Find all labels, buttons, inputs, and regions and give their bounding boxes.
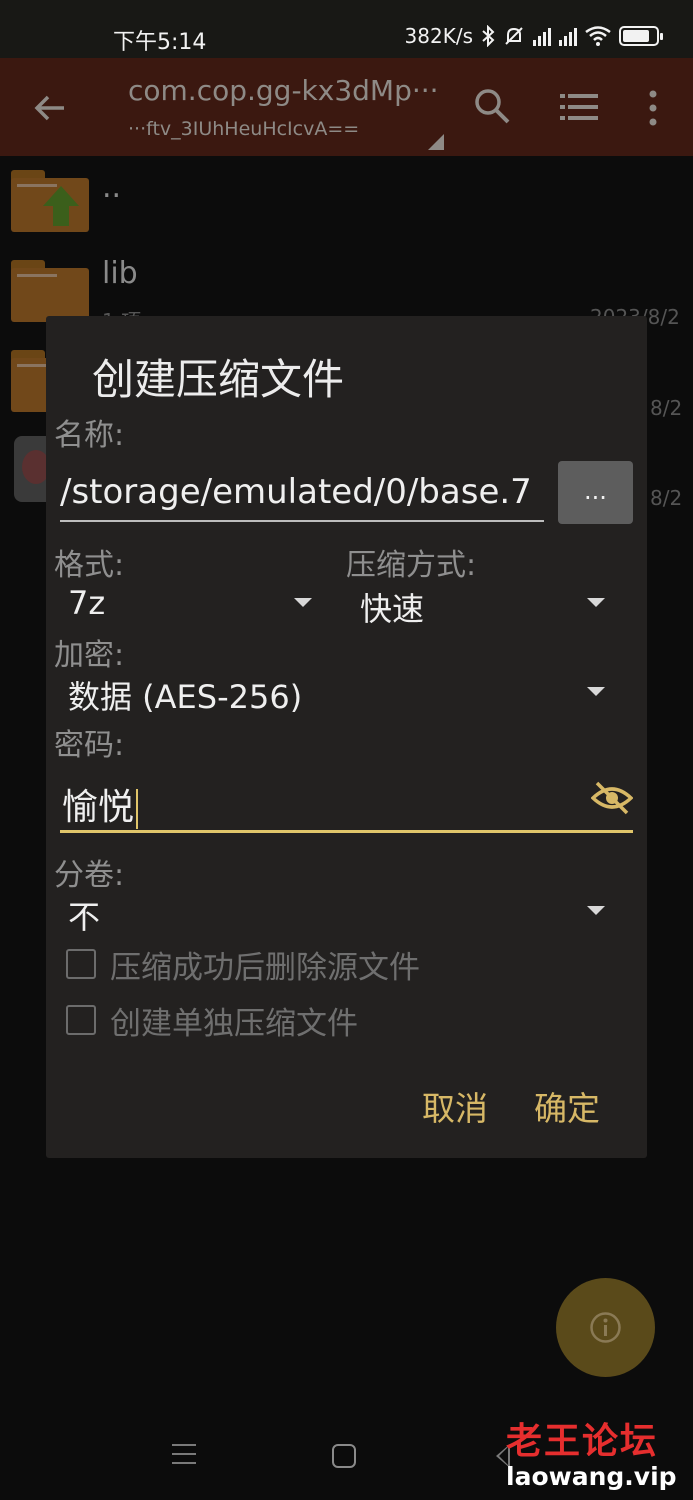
encrypt-label: 加密: — [54, 638, 125, 673]
cancel-button[interactable]: 取消 — [422, 1082, 488, 1130]
checkbox-label: 创建单独压缩文件 — [110, 1005, 358, 1042]
browse-button[interactable]: ... — [558, 461, 633, 524]
folder-icon — [11, 260, 89, 322]
nav-home-button[interactable] — [332, 1444, 356, 1468]
back-arrow-icon[interactable] — [28, 86, 72, 130]
chevron-down-icon — [294, 598, 312, 607]
method-label: 压缩方式: — [346, 548, 477, 583]
method-value: 快速 — [360, 590, 425, 628]
archive-name-input[interactable]: /storage/emulated/0/base.7 — [60, 458, 544, 522]
status-icons: 382K/s — [404, 24, 663, 48]
separate-archive-checkbox[interactable]: 创建单独压缩文件 — [66, 1000, 358, 1042]
more-vert-icon[interactable] — [640, 88, 666, 128]
toolbar-title: com.cop.gg-kx3dMp··· — [128, 74, 439, 107]
split-label: 分卷: — [54, 858, 125, 893]
signal-hd-icon — [559, 26, 577, 46]
chevron-down-icon — [587, 598, 605, 607]
toolbar-subtitle: ···ftv_3IUhHeuHcIcvA== — [128, 118, 360, 140]
info-fab[interactable] — [556, 1278, 655, 1377]
format-label: 格式: — [54, 548, 125, 583]
status-time: 下午5:14 — [113, 30, 207, 55]
net-speed: 382K/s — [404, 24, 473, 48]
ok-button[interactable]: 确定 — [534, 1082, 600, 1130]
bluetooth-icon — [482, 25, 495, 47]
file-date: 8/2 — [650, 396, 683, 420]
file-date: 8/2 — [650, 486, 683, 510]
checkbox-box — [66, 949, 96, 979]
chevron-down-icon — [587, 906, 605, 915]
chevron-down-icon — [587, 687, 605, 696]
eye-off-icon[interactable] — [591, 780, 633, 816]
folder-up-icon — [11, 170, 89, 232]
mute-icon — [505, 27, 523, 45]
file-name: .. — [102, 170, 122, 205]
password-label: 密码: — [54, 728, 125, 763]
list-view-icon[interactable] — [560, 92, 600, 122]
watermark-url: laowang.vip — [506, 1462, 677, 1491]
encrypt-value: 数据 (AES-256) — [68, 678, 303, 716]
name-label: 名称: — [54, 418, 125, 453]
delete-source-checkbox[interactable]: 压缩成功后删除源文件 — [66, 944, 420, 986]
search-icon[interactable] — [472, 86, 512, 126]
checkbox-box — [66, 1005, 96, 1035]
wifi-icon — [585, 26, 611, 46]
signal-hd-icon — [533, 26, 551, 46]
password-field[interactable]: 愉悦 — [60, 768, 633, 833]
nav-recents-button[interactable] — [172, 1444, 196, 1464]
split-value: 不 — [68, 898, 101, 936]
info-icon — [590, 1312, 621, 1343]
file-name: lib — [102, 256, 138, 291]
format-value: 7z — [68, 584, 106, 622]
path-corner-marker — [428, 134, 444, 150]
create-archive-dialog: 创建压缩文件 名称: /storage/emulated/0/base.7 ..… — [46, 316, 647, 1158]
checkbox-label: 压缩成功后删除源文件 — [110, 949, 420, 986]
battery-icon — [619, 26, 663, 46]
status-bar: 下午5:14 382K/s — [0, 0, 693, 58]
watermark-title: 老王论坛 — [506, 1421, 659, 1462]
dialog-title: 创建压缩文件 — [92, 355, 345, 404]
password-value: 愉悦 — [62, 778, 138, 830]
